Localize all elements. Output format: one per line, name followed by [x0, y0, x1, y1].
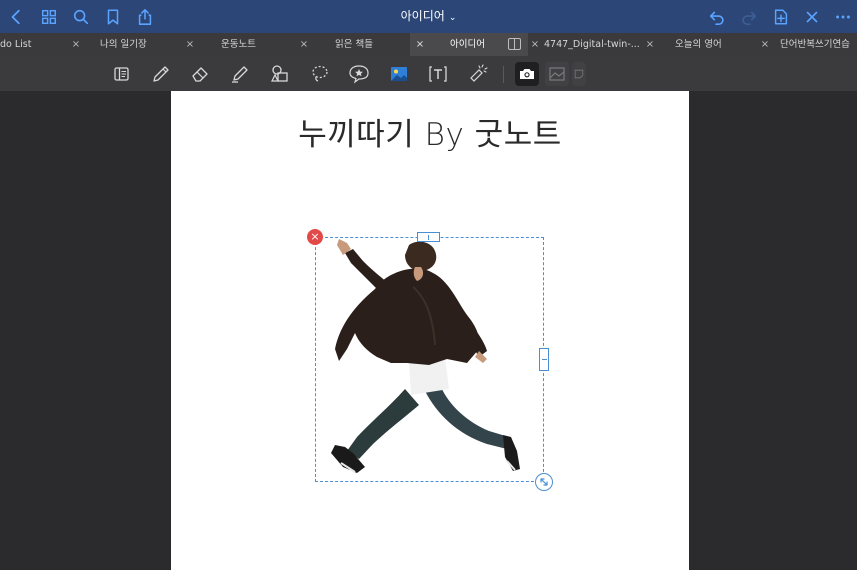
selection-box[interactable]: [315, 237, 544, 482]
tab-label: 4747_Digital-twin-...: [544, 39, 640, 50]
add-page-icon[interactable]: [770, 6, 791, 27]
resize-handle-right[interactable]: [539, 348, 549, 371]
tab-workout[interactable]: 운동노트: [198, 33, 298, 56]
tab-label: 단어반복쓰기연습: [780, 39, 850, 50]
tab-english[interactable]: 오늘의 영어: [660, 33, 760, 56]
pen-icon[interactable]: [149, 62, 173, 86]
document-title-text: 아이디어: [400, 9, 445, 23]
tab-close-icon[interactable]: ×: [760, 33, 770, 56]
resize-handle-corner[interactable]: [535, 473, 553, 491]
image-icon[interactable]: [387, 62, 411, 86]
bookmark-icon[interactable]: [102, 6, 123, 27]
goodnotes-app: 아이디어 ⌄ do List × 나의 일기장 × 운동노트 × 읽은 책들 아이…: [0, 0, 857, 570]
tab-books[interactable]: 읽은 책들: [312, 33, 412, 56]
tab-close-icon[interactable]: ×: [299, 33, 309, 56]
tool-bar: [0, 56, 857, 91]
close-icon[interactable]: [801, 6, 822, 27]
delete-selection-button[interactable]: ×: [307, 229, 323, 245]
text-box-icon[interactable]: [426, 62, 450, 86]
sticker-icon[interactable]: [572, 62, 586, 86]
page-heading: 누끼따기 By 굿노트: [298, 117, 562, 153]
share-icon[interactable]: [134, 6, 155, 27]
resize-arrows-icon: [540, 478, 548, 486]
lasso-icon[interactable]: [308, 62, 332, 86]
grid-icon[interactable]: [38, 6, 59, 27]
resize-handle-top[interactable]: [417, 232, 440, 242]
elements-icon[interactable]: [347, 62, 371, 86]
tab-close-icon[interactable]: ×: [415, 33, 425, 56]
tab-label: do List: [0, 39, 32, 50]
redo-icon[interactable]: [738, 6, 759, 27]
camera-icon[interactable]: [515, 62, 539, 86]
tab-close-icon[interactable]: ×: [71, 33, 81, 56]
tab-close-icon[interactable]: ×: [530, 33, 540, 56]
tab-label: 나의 일기장: [100, 39, 147, 50]
shapes-icon[interactable]: [268, 62, 292, 86]
search-icon[interactable]: [70, 6, 91, 27]
more-icon[interactable]: [832, 6, 853, 27]
top-nav-bar: 아이디어 ⌄: [0, 0, 857, 33]
toolbar-divider: [503, 66, 504, 83]
tab-bar: do List × 나의 일기장 × 운동노트 × 읽은 책들 아이디어 × ×…: [0, 33, 857, 56]
photo-picker-icon[interactable]: [545, 62, 569, 86]
tab-label: 오늘의 영어: [675, 39, 722, 50]
document-title: 아이디어 ⌄: [0, 7, 857, 24]
tab-label: 아이디어: [450, 39, 485, 50]
tab-digital-twin[interactable]: 4747_Digital-twin-...: [544, 33, 644, 56]
document-title-button[interactable]: 아이디어 ⌄: [401, 9, 457, 23]
tab-diary[interactable]: 나의 일기장: [84, 33, 184, 56]
notebook-canvas[interactable]: 누끼따기 By 굿노트 ×: [0, 91, 857, 570]
chevron-down-icon: ⌄: [448, 13, 457, 23]
eraser-icon[interactable]: [189, 62, 213, 86]
tab-do-list[interactable]: do List: [0, 33, 68, 56]
laser-pointer-icon[interactable]: [466, 62, 490, 86]
tab-close-icon[interactable]: ×: [645, 33, 655, 56]
undo-icon[interactable]: [706, 6, 727, 27]
tab-label: 운동노트: [221, 39, 256, 50]
reader-mode-icon[interactable]: [110, 62, 134, 86]
highlighter-icon[interactable]: [228, 62, 252, 86]
tab-word-practice[interactable]: 단어반복쓰기연습: [772, 33, 857, 56]
notebook-page[interactable]: 누끼따기 By 굿노트 ×: [171, 91, 689, 570]
tab-label: 읽은 책들: [335, 39, 373, 50]
back-icon[interactable]: [6, 6, 27, 27]
tab-close-icon[interactable]: ×: [185, 33, 195, 56]
split-view-icon[interactable]: [508, 38, 521, 50]
